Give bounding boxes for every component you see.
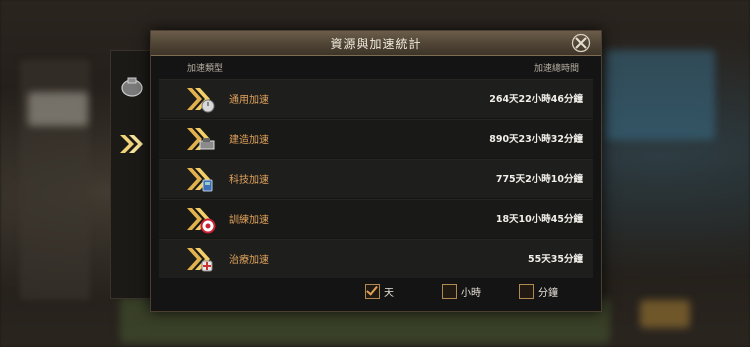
speedup-label: 治療加速: [229, 255, 269, 266]
speedup-label: 建造加速: [229, 135, 269, 146]
speedup-row-research: 科技加速 775天2小時10分鐘: [159, 159, 593, 198]
speedup-row-training: 訓練加速 18天10小時45分鐘: [159, 199, 593, 238]
stats-dialog: 資源與加速統計 加速類型 加速總時間 通用加速 264天22小時46分鐘 建造加…: [150, 30, 602, 312]
dialog-header: 資源與加速統計: [151, 31, 601, 56]
background-right-button: [640, 300, 690, 328]
general-speedup-icon: [187, 88, 215, 113]
speedup-total-time: 55天35分鐘: [528, 254, 583, 265]
speedup-total-time: 775天2小時10分鐘: [495, 174, 583, 185]
unit-day-checkbox[interactable]: 天: [365, 283, 394, 299]
unit-minute-checkbox[interactable]: 分鐘: [519, 283, 558, 299]
speedup-total-time: 890天23小時32分鐘: [489, 134, 583, 145]
research-speedup-icon: [187, 168, 213, 192]
background-left-highlight: [28, 92, 88, 126]
healing-speedup-icon: [187, 248, 213, 272]
speedup-tab[interactable]: [117, 129, 147, 159]
speedup-label: 通用加速: [229, 95, 269, 106]
unit-hour-checkbox[interactable]: 小時: [442, 283, 481, 299]
unit-minute-label: 分鐘: [538, 287, 558, 299]
speedup-row-healing: 治療加速 55天35分鐘: [159, 239, 593, 278]
speedup-total-time: 18天10小時45分鐘: [495, 214, 583, 225]
checkbox-unchecked-icon: [519, 283, 534, 299]
resource-bag-tab[interactable]: [117, 71, 147, 101]
unit-hour-label: 小時: [461, 287, 481, 299]
unit-selector: 天 小時 分鐘: [151, 275, 601, 311]
close-button[interactable]: [571, 33, 591, 53]
dialog-title: 資源與加速統計: [330, 37, 422, 51]
background-right-card: [605, 50, 715, 140]
unit-day-label: 天: [384, 287, 394, 299]
resource-bag-icon: [121, 77, 143, 97]
checkbox-checked-icon: [365, 283, 380, 299]
construction-speedup-icon: [187, 128, 215, 150]
speedup-label: 訓練加速: [229, 215, 269, 226]
side-tab-bar: [110, 50, 154, 299]
column-header-type: 加速類型: [187, 64, 224, 74]
training-speedup-icon: [187, 208, 216, 234]
speedup-total-time: 264天22小時46分鐘: [489, 94, 583, 105]
double-chevron-icon: [120, 135, 143, 153]
speedup-row-general: 通用加速 264天22小時46分鐘: [159, 79, 593, 118]
checkbox-unchecked-icon: [442, 283, 457, 299]
close-icon: [571, 33, 591, 53]
speedup-row-construction: 建造加速 890天23小時32分鐘: [159, 119, 593, 158]
column-header-total: 加速總時間: [533, 64, 579, 74]
speedup-label: 科技加速: [229, 175, 269, 186]
